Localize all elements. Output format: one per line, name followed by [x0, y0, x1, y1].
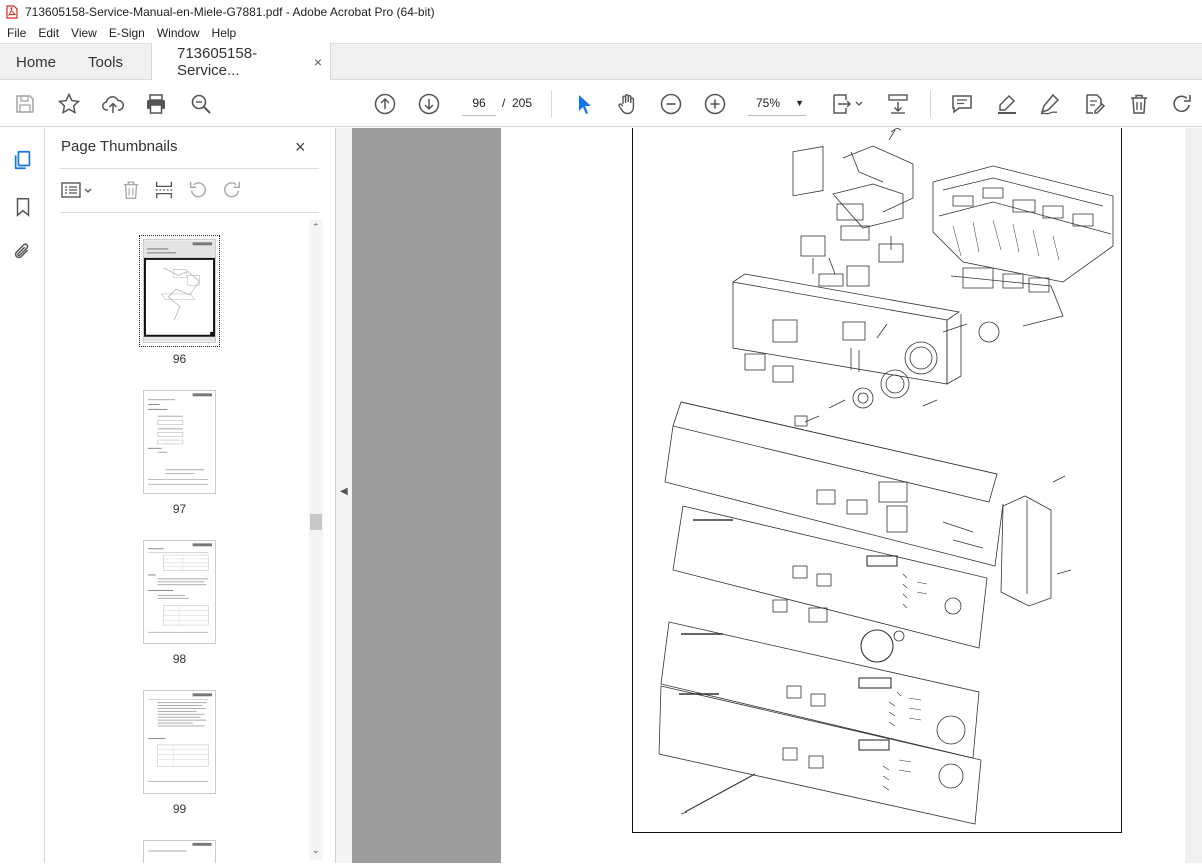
page-thumbnail-number: 98: [172, 652, 187, 666]
menu-esign[interactable]: E-Sign: [103, 26, 151, 40]
page-thumbnail-97[interactable]: [143, 390, 216, 494]
panel-toolbar: [60, 176, 319, 204]
acrobat-pdf-icon: [6, 4, 18, 19]
tab-document-label: 713605158-Service...: [177, 44, 258, 79]
page-separator: /: [502, 96, 506, 110]
page-thumbnails-icon[interactable]: [10, 147, 36, 173]
page-fit-icon[interactable]: [830, 91, 864, 117]
thumbnail-content: [147, 543, 213, 633]
upload-icon[interactable]: [100, 91, 126, 117]
delete-page-icon[interactable]: [119, 178, 143, 202]
rotate-icon[interactable]: [1169, 91, 1195, 117]
page-number-input[interactable]: 96: [462, 90, 496, 116]
scroll-mode-icon[interactable]: [885, 91, 911, 117]
tab-tools[interactable]: Tools: [73, 44, 151, 80]
highlight-icon[interactable]: [994, 91, 1020, 117]
toolbar-divider: [551, 90, 552, 118]
save-icon[interactable]: [12, 91, 38, 117]
drawing-frame: [632, 128, 1122, 833]
pdf-page: [501, 128, 1186, 863]
page-thumbnail-number: 96: [172, 352, 187, 366]
select-cursor-icon[interactable]: [571, 91, 597, 117]
left-rail: [0, 128, 45, 863]
options-menu-icon[interactable]: [60, 178, 96, 202]
scroll-thumb[interactable]: [310, 514, 322, 530]
page-total: 205: [512, 96, 533, 110]
thumbnail-content: [144, 240, 215, 342]
main-toolbar: [0, 80, 1202, 127]
star-icon[interactable]: [56, 91, 82, 117]
chevron-up-icon[interactable]: ⌃: [312, 222, 320, 233]
prev-page-icon[interactable]: [372, 91, 398, 117]
zoom-value: 75%: [756, 96, 781, 110]
page-thumbnail-99[interactable]: [143, 690, 216, 794]
menu-window[interactable]: Window: [151, 26, 206, 40]
document-scrollbar[interactable]: [1185, 128, 1202, 863]
fill-sign-icon[interactable]: [1081, 91, 1107, 117]
close-icon[interactable]: ×: [295, 137, 306, 158]
thumbnails-scrollbar[interactable]: ⌃ ⌄: [309, 220, 323, 860]
next-page-icon[interactable]: [416, 91, 442, 117]
print-icon[interactable]: [143, 91, 169, 117]
chevron-down-icon[interactable]: ⌄: [312, 845, 320, 856]
menu-edit[interactable]: Edit: [32, 26, 65, 40]
divider: [60, 168, 319, 169]
thumbnails-panel: Page Thumbnails × 96 97 98 99 ⌃ ⌄: [45, 128, 336, 863]
menu-help[interactable]: Help: [206, 26, 243, 40]
tab-home[interactable]: Home: [0, 44, 73, 80]
collapse-arrow-icon[interactable]: ◀: [340, 486, 348, 497]
tab-document[interactable]: 713605158-Service... ×: [151, 43, 331, 80]
menu-file[interactable]: File: [0, 26, 32, 40]
document-viewport[interactable]: [352, 128, 1202, 863]
panel-title: Page Thumbnails: [61, 138, 178, 155]
zoom-out-icon[interactable]: [658, 91, 684, 117]
window-title: 713605158-Service-Manual-en-Miele-G7881.…: [25, 4, 435, 19]
delete-icon[interactable]: [1126, 91, 1152, 117]
toolbar-divider: [930, 90, 931, 118]
find-icon[interactable]: [188, 91, 214, 117]
page-thumbnail-98[interactable]: [143, 540, 216, 644]
title-bar: 713605158-Service-Manual-en-Miele-G7881.…: [0, 0, 1202, 23]
thumbnail-content: [147, 393, 213, 485]
attachment-icon[interactable]: [10, 239, 36, 265]
tab-bar: Home Tools 713605158-Service... ×: [0, 43, 1202, 80]
comment-icon[interactable]: [949, 91, 975, 117]
exploded-view-drawing: [658, 128, 1114, 825]
draw-icon[interactable]: [1037, 91, 1063, 117]
thumbnail-content: [147, 693, 213, 782]
panel-collapse-strip[interactable]: ◀: [336, 128, 352, 863]
zoom-in-icon[interactable]: [702, 91, 728, 117]
hand-icon[interactable]: [614, 91, 640, 117]
chevron-down-icon: ▼: [795, 98, 804, 108]
menu-bar: File Edit View E-Sign Window Help: [0, 23, 1202, 43]
thumbnail-content: [148, 842, 212, 852]
insert-page-icon[interactable]: [152, 178, 176, 202]
zoom-select[interactable]: 75% ▼: [748, 90, 806, 116]
page-thumbnail-number: 99: [172, 802, 187, 816]
page-thumbnail-96[interactable]: [139, 235, 220, 347]
bookmark-icon[interactable]: [10, 194, 36, 220]
menu-view[interactable]: View: [65, 26, 103, 40]
page-thumbnail-number: 97: [172, 502, 187, 516]
rotate-cw-icon[interactable]: [220, 178, 244, 202]
page-thumbnail-partial[interactable]: [143, 840, 216, 863]
rotate-ccw-icon[interactable]: [186, 178, 210, 202]
tab-close-icon[interactable]: ×: [314, 54, 322, 70]
divider: [60, 212, 319, 213]
